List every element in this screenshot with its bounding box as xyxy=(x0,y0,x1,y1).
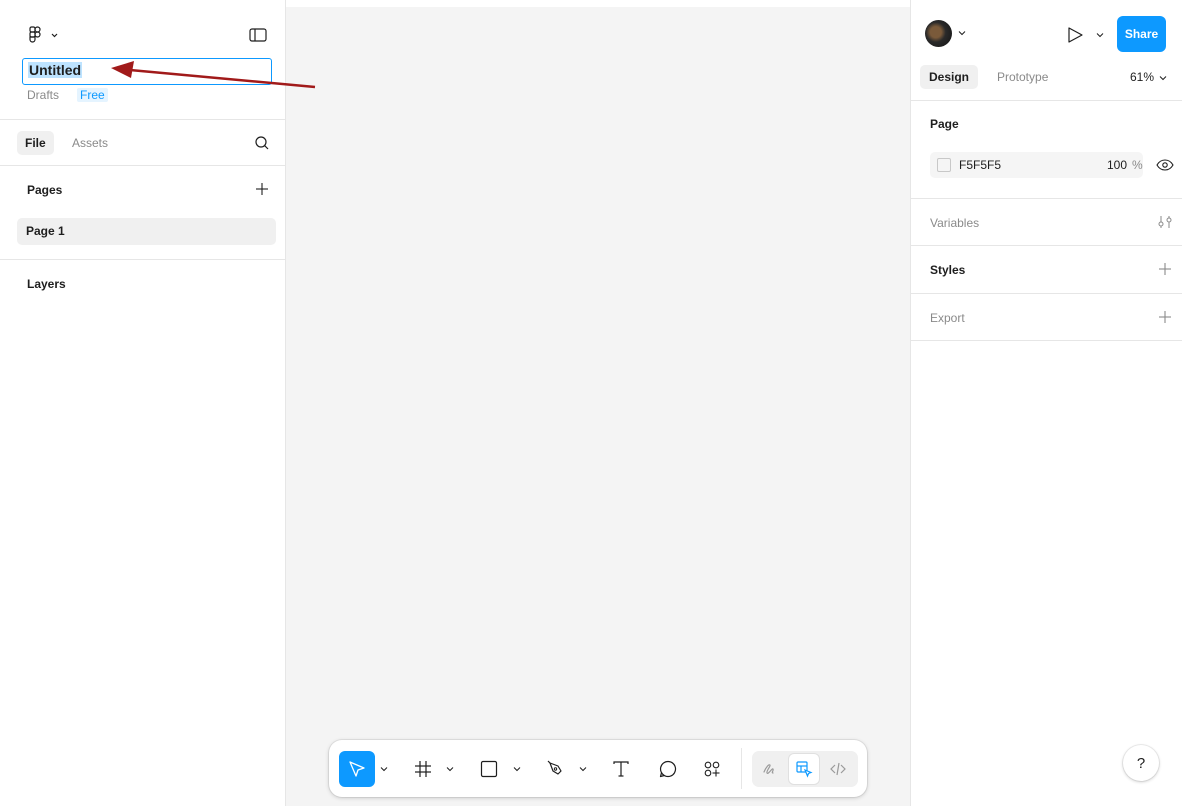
tab-file[interactable]: File xyxy=(17,131,54,155)
divider xyxy=(911,293,1182,294)
frame-tool-button[interactable] xyxy=(405,751,441,787)
divider xyxy=(0,259,286,260)
canvas[interactable] xyxy=(286,7,910,806)
chevron-down-icon[interactable] xyxy=(379,762,389,776)
file-name-input[interactable]: Untitled xyxy=(22,58,272,85)
divider xyxy=(911,100,1182,101)
export-label: Export xyxy=(930,311,965,325)
text-tool-button[interactable] xyxy=(603,751,639,787)
chevron-down-icon xyxy=(1159,75,1167,81)
file-location-link[interactable]: Drafts xyxy=(27,88,59,102)
shape-tool-button[interactable] xyxy=(471,751,507,787)
divider xyxy=(911,245,1182,246)
toolbar-divider xyxy=(741,748,742,789)
zoom-dropdown[interactable]: 61% xyxy=(1130,65,1167,89)
color-swatch[interactable] xyxy=(937,158,951,172)
page-list-item[interactable]: Page 1 xyxy=(17,218,276,245)
chevron-down-icon[interactable] xyxy=(578,762,588,776)
help-button[interactable]: ? xyxy=(1123,745,1159,781)
toggle-sidebar-icon[interactable] xyxy=(248,25,268,45)
comment-tool-button[interactable] xyxy=(650,751,686,787)
comment-icon xyxy=(659,760,677,778)
plan-badge[interactable]: Free xyxy=(77,88,108,102)
divider xyxy=(911,198,1182,199)
page-fill-row: F5F5F5 100 % xyxy=(930,152,1143,178)
figma-editor: Untitled Drafts Free File Assets Pages P… xyxy=(0,0,1182,806)
design-mode-icon xyxy=(796,761,813,778)
tab-design[interactable]: Design xyxy=(920,65,979,89)
fill-opacity-input[interactable]: 100 xyxy=(1107,152,1127,178)
actions-icon xyxy=(704,761,720,777)
search-icon[interactable] xyxy=(252,133,272,153)
pen-tool-button[interactable] xyxy=(538,751,574,787)
layers-heading: Layers xyxy=(27,277,66,291)
draw-icon xyxy=(763,764,774,774)
left-panel: Untitled Drafts Free File Assets Pages P… xyxy=(0,0,286,806)
design-mode-button[interactable] xyxy=(789,754,819,784)
move-tool-button[interactable] xyxy=(339,751,375,787)
tab-assets[interactable]: Assets xyxy=(72,131,108,155)
play-icon xyxy=(1068,27,1083,43)
chevron-down-icon[interactable] xyxy=(512,762,522,776)
eye-icon[interactable] xyxy=(1155,156,1175,174)
dev-mode-icon xyxy=(830,762,846,776)
file-name-selection: Untitled xyxy=(28,62,83,78)
divider xyxy=(911,340,1182,341)
variables-label: Variables xyxy=(930,216,980,230)
add-page-icon[interactable] xyxy=(253,180,271,198)
chevron-down-icon[interactable] xyxy=(957,28,967,38)
rectangle-icon xyxy=(480,760,498,778)
opacity-unit: % xyxy=(1132,158,1143,172)
styles-label: Styles xyxy=(930,263,966,277)
right-panel: Share Design Prototype 61% Page F5F5F5 1… xyxy=(910,0,1182,806)
dev-mode-button[interactable] xyxy=(823,754,853,784)
variables-icon[interactable] xyxy=(1155,213,1175,231)
mode-switcher xyxy=(752,751,858,787)
move-icon xyxy=(349,761,365,777)
pen-icon xyxy=(547,760,562,775)
divider xyxy=(0,165,286,166)
tab-prototype[interactable]: Prototype xyxy=(997,65,1048,89)
divider xyxy=(0,119,286,120)
frame-icon xyxy=(415,761,431,777)
zoom-value: 61% xyxy=(1130,70,1155,84)
add-style-icon[interactable] xyxy=(1156,260,1174,278)
figma-logo-icon xyxy=(29,26,58,43)
avatar[interactable] xyxy=(925,20,952,47)
text-icon xyxy=(613,761,629,777)
actions-tool-button[interactable] xyxy=(694,751,730,787)
draw-mode-button[interactable] xyxy=(755,754,785,784)
pages-heading: Pages xyxy=(27,183,63,197)
present-button[interactable] xyxy=(1063,24,1087,46)
add-export-icon[interactable] xyxy=(1156,308,1174,326)
chevron-down-icon[interactable] xyxy=(1095,30,1105,40)
page-section-heading: Page xyxy=(930,117,959,131)
chevron-down-icon[interactable] xyxy=(445,762,455,776)
fill-hex-input[interactable]: F5F5F5 xyxy=(959,152,1001,178)
share-button[interactable]: Share xyxy=(1117,16,1166,52)
main-menu-button[interactable] xyxy=(27,24,61,46)
